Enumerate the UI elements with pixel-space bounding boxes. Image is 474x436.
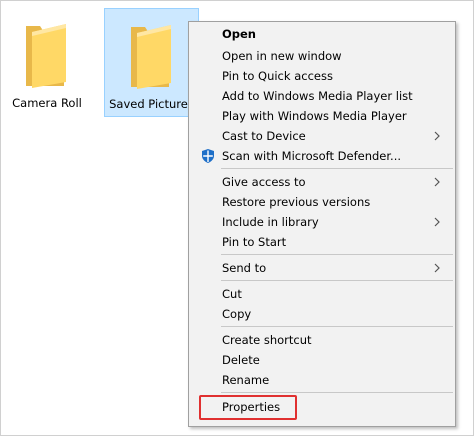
menu-item-restore-versions[interactable]: Restore previous versions [190, 192, 454, 212]
chevron-right-icon [434, 263, 440, 273]
menu-item-play-wmp[interactable]: Play with Windows Media Player [190, 106, 454, 126]
folder-saved-pictures[interactable]: Saved Pictures [104, 8, 199, 117]
menu-separator [221, 280, 453, 281]
menu-item-label: Include in library [222, 215, 319, 229]
explorer-window: Camera Roll Saved Pictures Open Open in … [0, 0, 474, 436]
menu-item-include-library[interactable]: Include in library [190, 212, 454, 232]
chevron-right-icon [434, 177, 440, 187]
menu-item-cast-to-device[interactable]: Cast to Device [190, 126, 454, 146]
menu-item-label: Cast to Device [222, 129, 306, 143]
menu-separator [221, 168, 453, 169]
menu-item-label: Scan with Microsoft Defender... [222, 149, 402, 163]
folder-icon [130, 25, 171, 89]
menu-item-rename[interactable]: Rename [190, 370, 454, 390]
menu-item-create-shortcut[interactable]: Create shortcut [190, 330, 454, 350]
menu-item-scan-defender[interactable]: Scan with Microsoft Defender... [190, 146, 454, 166]
menu-item-pin-start[interactable]: Pin to Start [190, 232, 454, 252]
menu-item-send-to[interactable]: Send to [190, 258, 454, 278]
context-menu: Open Open in new window Pin to Quick acc… [188, 21, 456, 427]
menu-item-label: Give access to [222, 175, 306, 189]
menu-item-add-wmp-list[interactable]: Add to Windows Media Player list [190, 86, 454, 106]
menu-separator [221, 326, 453, 327]
menu-item-open-new-window[interactable]: Open in new window [190, 46, 454, 66]
menu-separator [221, 392, 453, 393]
menu-item-pin-quick-access[interactable]: Pin to Quick access [190, 66, 454, 86]
menu-item-open[interactable]: Open [190, 24, 454, 44]
chevron-right-icon [434, 131, 440, 141]
menu-item-cut[interactable]: Cut [190, 284, 454, 304]
menu-item-label: Send to [222, 261, 267, 275]
menu-separator [221, 254, 453, 255]
folder-camera-roll[interactable]: Camera Roll [11, 8, 83, 117]
chevron-right-icon [434, 217, 440, 227]
properties-highlight-box [199, 395, 297, 420]
folder-label: Camera Roll [12, 96, 82, 110]
defender-shield-icon [202, 149, 214, 163]
folder-label: Saved Pictures [109, 97, 194, 111]
menu-item-delete[interactable]: Delete [190, 350, 454, 370]
menu-item-copy[interactable]: Copy [190, 304, 454, 324]
menu-item-give-access[interactable]: Give access to [190, 172, 454, 192]
folder-icon [26, 24, 66, 88]
